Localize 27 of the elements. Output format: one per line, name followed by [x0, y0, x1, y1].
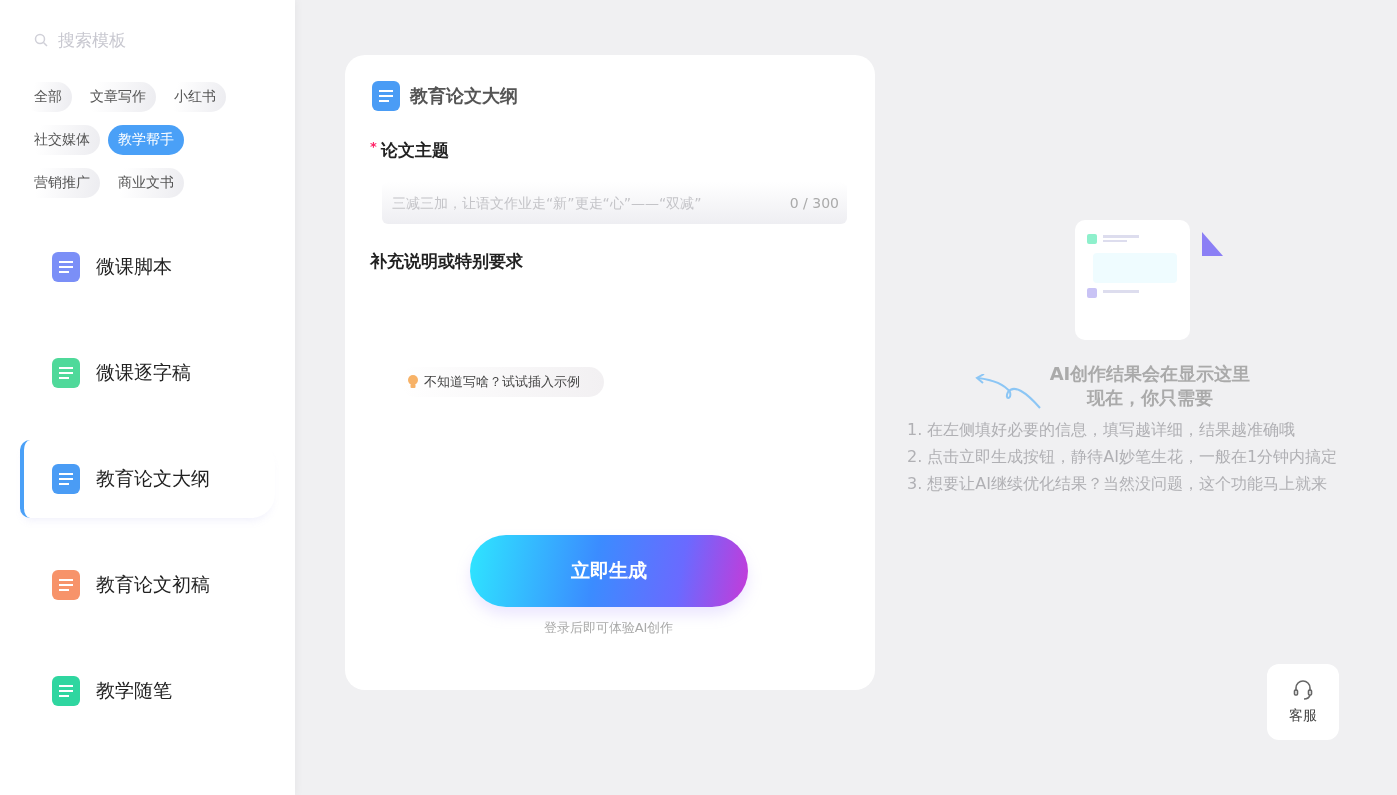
instruction-step: 1. 在左侧填好必要的信息，填写越详细，结果越准确哦 [907, 420, 1385, 441]
search-icon [34, 33, 48, 47]
document-icon [50, 250, 82, 284]
field-label: 补充说明或特别要求 [370, 250, 523, 273]
document-icon [50, 674, 82, 708]
char-counter: 0 / 300 [789, 195, 839, 211]
generate-button[interactable]: 立即生成 [469, 535, 748, 607]
headset-icon [1292, 679, 1314, 701]
curved-arrow-icon [973, 374, 1044, 410]
document-icon [50, 356, 82, 390]
lightbulb-icon [406, 374, 420, 390]
result-heading: AI创作结果会在显示这里 [1049, 362, 1251, 386]
template-item[interactable]: 教学随笔 [20, 652, 275, 730]
document-icon [370, 79, 402, 113]
instruction-step: 3. 想要让AI继续优化结果？当然没问题，这个功能马上就来 [907, 474, 1385, 495]
document-icon [50, 568, 82, 602]
support-button[interactable]: 客服 [1267, 664, 1339, 740]
template-item[interactable]: 教育论文初稿 [20, 546, 275, 624]
document-icon [50, 462, 82, 496]
template-item[interactable]: 教育论文大纲 [20, 440, 275, 518]
login-hint: 登录后即可体验AI创作 [543, 619, 674, 637]
form-title: 教育论文大纲 [410, 84, 518, 108]
template-item[interactable]: 微课脚本 [20, 228, 275, 306]
required-mark: * [370, 139, 377, 156]
template-item[interactable]: 微课逐字稿 [20, 334, 275, 412]
field-label: 论文主题 [380, 139, 449, 162]
result-heading: 现在，你只需要 [1087, 386, 1213, 410]
